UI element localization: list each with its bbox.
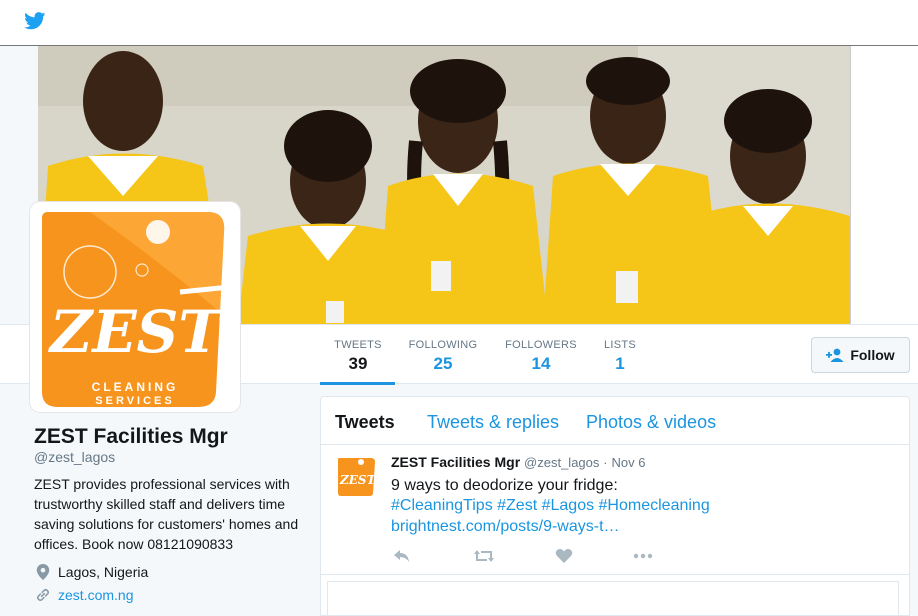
- tweet-avatar[interactable]: ZEST: [335, 455, 377, 497]
- tab-tweets[interactable]: Tweets: [335, 412, 395, 433]
- timeline: Tweets Tweets & replies Photos & videos …: [320, 396, 910, 616]
- stat-label: TWEETS: [334, 339, 382, 351]
- location-pin-icon: [36, 564, 50, 580]
- stat-following[interactable]: FOLLOWING 25: [408, 339, 478, 374]
- timeline-tabs: Tweets Tweets & replies Photos & videos: [321, 397, 909, 445]
- stat-value: 1: [615, 354, 625, 373]
- follow-user-icon: [826, 348, 844, 362]
- next-tweet-preview: [327, 581, 899, 616]
- stat-value: 25: [433, 354, 453, 373]
- tweet-avatar-logo: ZEST: [338, 458, 377, 496]
- tweet-text: 9 ways to deodorize your fridge:: [391, 477, 618, 494]
- tweet-hashtags[interactable]: #CleaningTips #Zest #Lagos #Homecleaning: [391, 497, 710, 515]
- tweet-author-handle[interactable]: @zest_lagos: [524, 455, 599, 470]
- tweet-author-name[interactable]: ZEST Facilities Mgr: [391, 454, 520, 470]
- tweet-item[interactable]: ZEST ZEST Facilities Mgr @zest_lagos · N…: [321, 445, 909, 575]
- profile-avatar[interactable]: ZEST CLEANING SERVICES: [30, 202, 240, 412]
- active-stat-indicator: [320, 382, 395, 385]
- location-text: Lagos, Nigeria: [58, 564, 149, 580]
- stat-lists[interactable]: LISTS 1: [603, 339, 637, 374]
- like-icon[interactable]: [555, 548, 573, 564]
- stat-label: FOLLOWERS: [505, 339, 577, 351]
- top-bar: [0, 0, 918, 46]
- header-side-panel: [850, 46, 918, 324]
- retweet-icon[interactable]: [473, 548, 495, 564]
- stat-value: 14: [531, 354, 551, 373]
- tweet-separator: ·: [603, 455, 608, 470]
- tweet-date[interactable]: Nov 6: [612, 455, 646, 470]
- logo-line2: SERVICES: [95, 395, 174, 407]
- tweet-avatar-word: ZEST: [339, 473, 377, 487]
- follow-button-label: Follow: [850, 347, 895, 363]
- profile-bio: ZEST provides professional services with…: [34, 476, 299, 552]
- tab-photos-videos[interactable]: Photos & videos: [586, 412, 716, 433]
- logo-line1: CLEANING: [92, 380, 179, 394]
- logo-word: ZEST: [48, 298, 225, 366]
- stat-value: 39: [348, 354, 368, 373]
- more-icon[interactable]: [633, 548, 653, 564]
- tab-tweets-replies[interactable]: Tweets & replies: [427, 412, 559, 433]
- stat-label: FOLLOWING: [408, 339, 478, 351]
- follow-button[interactable]: Follow: [811, 337, 910, 373]
- tweet-actions: [393, 548, 663, 564]
- profile-location: Lagos, Nigeria: [36, 564, 148, 580]
- profile-name[interactable]: ZEST Facilities Mgr: [34, 425, 228, 449]
- profile-url[interactable]: zest.com.ng: [36, 587, 133, 603]
- stat-tweets[interactable]: TWEETS 39: [334, 339, 382, 374]
- twitter-bird-icon[interactable]: [24, 12, 46, 30]
- stat-label: LISTS: [603, 339, 637, 351]
- profile-handle[interactable]: @zest_lagos: [34, 449, 115, 465]
- stat-followers[interactable]: FOLLOWERS 14: [505, 339, 577, 374]
- link-icon: [36, 588, 50, 602]
- tweet-header: ZEST Facilities Mgr @zest_lagos · Nov 6: [391, 454, 645, 470]
- url-text[interactable]: zest.com.ng: [58, 587, 133, 603]
- reply-icon[interactable]: [393, 548, 411, 564]
- zest-logo: ZEST CLEANING SERVICES: [42, 212, 231, 407]
- tweet-link[interactable]: brightnest.com/posts/9-ways-t…: [391, 518, 620, 536]
